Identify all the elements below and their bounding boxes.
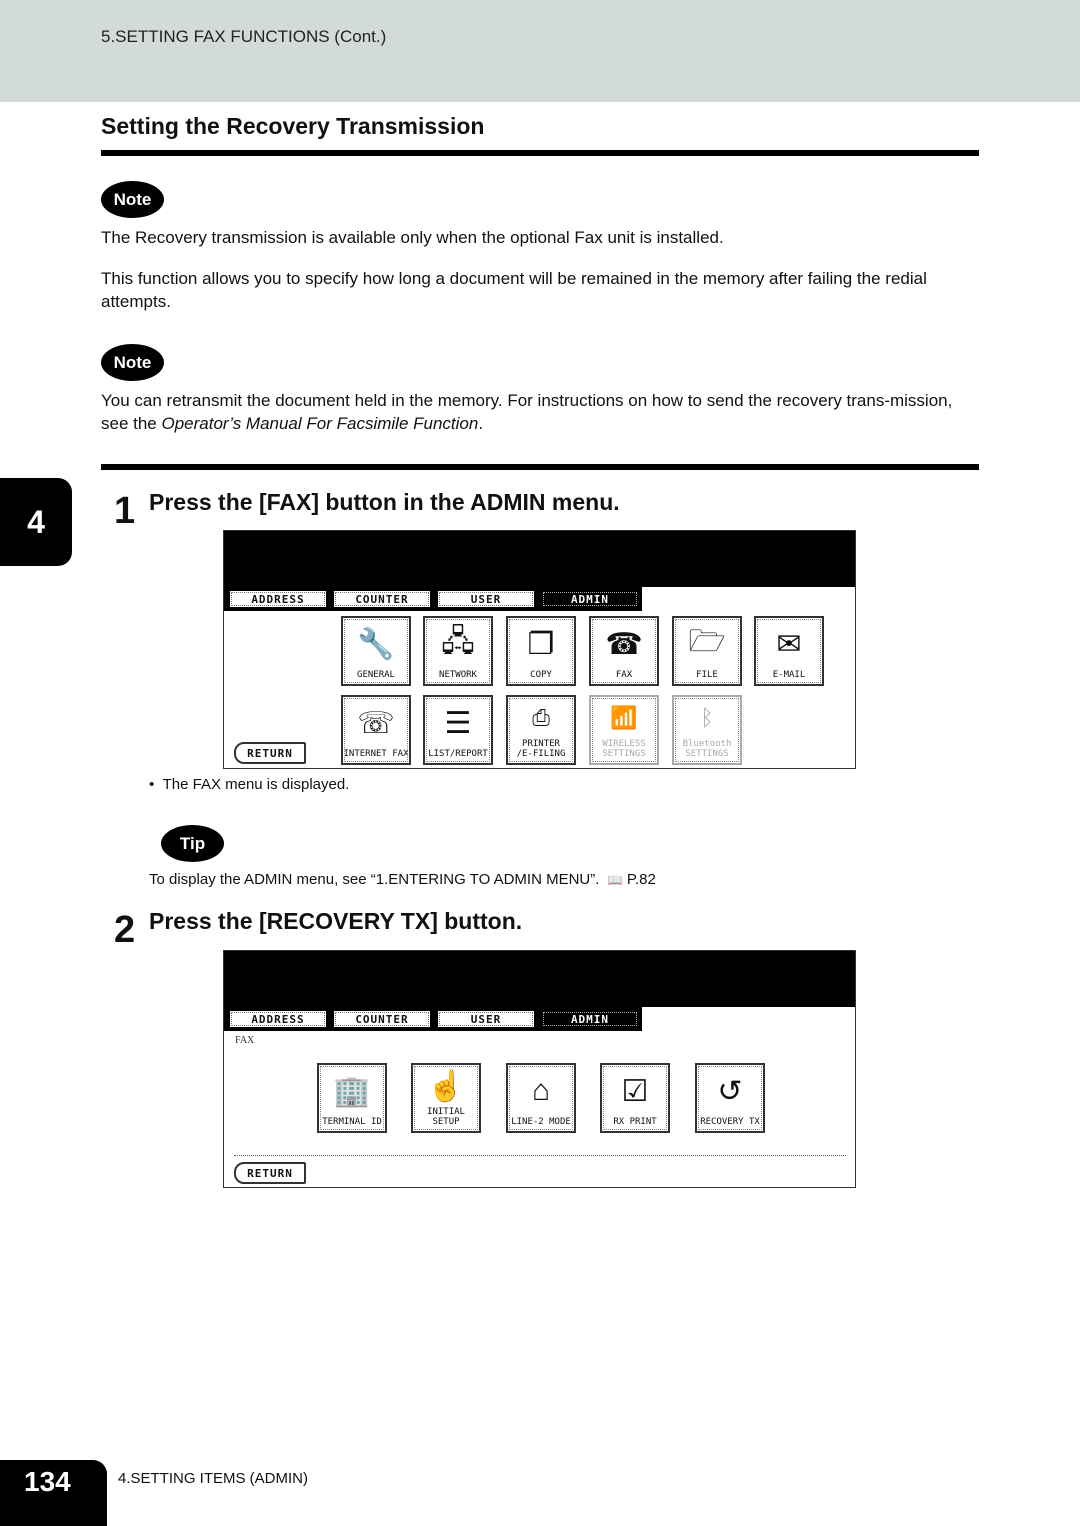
tab-address[interactable]: ADDRESS	[228, 1009, 328, 1029]
wrench-printer-icon: ⎙	[532, 705, 550, 730]
tab-counter[interactable]: COUNTER	[332, 1009, 432, 1029]
tip-text-body: To display the ADMIN menu, see “1.ENTERI…	[149, 871, 600, 888]
button-label: FILE	[696, 670, 718, 680]
tab-admin[interactable]: ADMIN	[540, 1009, 640, 1029]
tab-address[interactable]: ADDRESS	[228, 589, 328, 609]
wrench-fax-icon: ☎	[605, 627, 643, 661]
tip-badge: Tip	[161, 825, 224, 862]
wrench-network-icon: 🖧	[441, 624, 475, 658]
file-button[interactable]: 🗁 FILE	[672, 616, 742, 686]
description-text: This function allows you to specify how …	[101, 269, 927, 311]
initial-setup-button[interactable]: ☝ INITIAL SETUP	[411, 1063, 481, 1133]
button-label: NETWORK	[439, 670, 477, 680]
tip-text: To display the ADMIN menu, see “1.ENTERI…	[149, 871, 656, 888]
footer-chapter-title: 4.SETTING ITEMS (ADMIN)	[118, 1470, 309, 1487]
tab-bar: ADDRESS COUNTER USER ADMIN	[228, 589, 640, 609]
button-label: RECOVERY TX	[700, 1117, 760, 1127]
bullet-text: The FAX menu is displayed.	[162, 776, 350, 793]
page-number: 134	[0, 1460, 107, 1526]
button-label: Bluetooth SETTINGS	[682, 739, 732, 759]
return-button[interactable]: RETURN	[234, 1162, 306, 1184]
note-badge: Note	[101, 181, 164, 218]
tab-bar: ADDRESS COUNTER USER ADMIN	[228, 1009, 640, 1029]
screen-header	[224, 531, 855, 587]
running-title: 5.SETTING FAX FUNCTIONS (Cont.)	[101, 27, 387, 46]
title-rule	[101, 150, 979, 156]
recovery-tx-button[interactable]: ↺ RECOVERY TX	[695, 1063, 765, 1133]
button-label: WIRELESS SETTINGS	[602, 739, 646, 759]
wrench-copy-icon: ❐	[527, 627, 555, 661]
return-button[interactable]: RETURN	[234, 742, 306, 764]
line2-mode-button[interactable]: ⌂ LINE-2 MODE	[506, 1063, 576, 1133]
button-label: LINE-2 MODE	[511, 1117, 571, 1127]
wrench-folder-icon: 🗁	[688, 624, 726, 658]
bluetooth-settings-button[interactable]: ᛒ Bluetooth SETTINGS	[672, 695, 742, 765]
book-icon: 📖	[607, 873, 623, 887]
fax-menu-screen: ADDRESS COUNTER USER ADMIN FAX 🏢 TERMINA…	[223, 950, 856, 1188]
screen-breadcrumb: FAX	[235, 1035, 255, 1046]
step-number: 1	[114, 490, 136, 532]
wireless-settings-button[interactable]: 📶 WIRELESS SETTINGS	[589, 695, 659, 765]
button-label: RX PRINT	[613, 1117, 657, 1127]
terminal-id-button[interactable]: 🏢 TERMINAL ID	[317, 1063, 387, 1133]
button-label: GENERAL	[357, 670, 395, 680]
recovery-tx-icon: ↺	[717, 1074, 743, 1108]
step-title: Press the [FAX] button in the ADMIN menu…	[149, 489, 620, 515]
wrench-ifax-icon: ☏	[357, 706, 395, 740]
button-label: INTERNET FAX	[343, 749, 409, 759]
printer-efiling-button[interactable]: ⎙ PRINTER /E-FILING	[506, 695, 576, 765]
note-text: You can retransmit the document held in …	[101, 389, 981, 435]
chapter-tab: 4	[0, 478, 72, 566]
page-reference[interactable]: P.82	[627, 871, 656, 888]
tab-user[interactable]: USER	[436, 1009, 536, 1029]
button-label: FAX	[615, 670, 633, 680]
step-number: 2	[114, 909, 136, 951]
tab-user[interactable]: USER	[436, 589, 536, 609]
fax-button[interactable]: ☎ FAX	[589, 616, 659, 686]
internet-fax-button[interactable]: ☏ INTERNET FAX	[341, 695, 411, 765]
rx-print-button[interactable]: ☑ RX PRINT	[600, 1063, 670, 1133]
manual-title: Operator’s Manual For Facsimile Function	[161, 414, 479, 433]
header-band: 5.SETTING FAX FUNCTIONS (Cont.)	[0, 0, 1080, 102]
wrench-envelope-icon: ✉	[776, 627, 802, 661]
screen-header	[224, 951, 855, 1007]
wrench-wireless-icon: 📶	[610, 705, 638, 730]
copy-button[interactable]: ❐ COPY	[506, 616, 576, 686]
list-report-icon: ☰	[444, 706, 472, 740]
network-button[interactable]: 🖧 NETWORK	[423, 616, 493, 686]
bullet-note: • The FAX menu is displayed.	[149, 776, 350, 793]
list-report-button[interactable]: ☰ LIST/REPORT	[423, 695, 493, 765]
step-title: Press the [RECOVERY TX] button.	[149, 908, 523, 934]
tab-counter[interactable]: COUNTER	[332, 589, 432, 609]
general-button[interactable]: 🔧 GENERAL	[341, 616, 411, 686]
terminal-id-icon: 🏢	[333, 1074, 371, 1108]
rx-print-icon: ☑	[621, 1074, 649, 1108]
email-button[interactable]: ✉ E-MAIL	[754, 616, 824, 686]
note-text: The Recovery transmission is available o…	[101, 228, 724, 247]
button-label: INITIAL SETUP	[427, 1107, 465, 1127]
divider	[234, 1155, 846, 1156]
button-label: LIST/REPORT	[428, 749, 488, 759]
tab-admin[interactable]: ADMIN	[540, 589, 640, 609]
step-rule	[101, 464, 979, 470]
wrench-bluetooth-icon: ᛒ	[700, 705, 714, 730]
note-badge: Note	[101, 344, 164, 381]
button-label: E-MAIL	[772, 670, 806, 680]
initial-setup-icon: ☝	[427, 1069, 465, 1103]
button-label: PRINTER /E-FILING	[516, 739, 566, 759]
note-text-end: .	[478, 414, 484, 433]
button-label: COPY	[530, 670, 552, 680]
button-label: TERMINAL ID	[322, 1117, 382, 1127]
wrench-copier-icon: 🔧	[357, 627, 395, 661]
section-title: Setting the Recovery Transmission	[101, 113, 485, 139]
line2-mode-icon: ⌂	[531, 1074, 551, 1107]
admin-menu-screen: ADDRESS COUNTER USER ADMIN 🔧 GENERAL 🖧 N…	[223, 530, 856, 769]
